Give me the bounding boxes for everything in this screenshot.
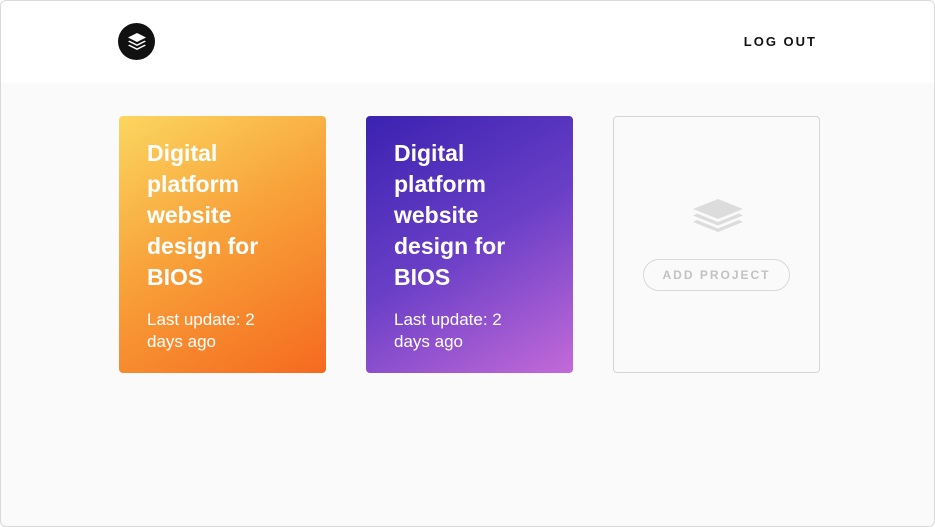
project-card[interactable]: Digital platform website design for BIOS…: [119, 116, 326, 373]
logo[interactable]: [118, 23, 155, 60]
project-last-update: Last update: 2 days ago: [147, 310, 255, 351]
layers-icon: [693, 199, 743, 232]
add-project-card[interactable]: ADD PROJECT: [613, 116, 820, 373]
project-title: Digital platform website design for BIOS: [147, 140, 259, 290]
top-header: LOG OUT: [1, 1, 934, 83]
logout-link[interactable]: LOG OUT: [744, 34, 817, 49]
project-title: Digital platform website design for BIOS: [394, 140, 506, 290]
project-last-update: Last update: 2 days ago: [394, 310, 502, 351]
project-card[interactable]: Digital platform website design for BIOS…: [366, 116, 573, 373]
layers-icon: [127, 32, 146, 50]
add-project-button[interactable]: ADD PROJECT: [643, 259, 790, 291]
app-window: LOG OUT Digital platform website design …: [0, 0, 935, 527]
